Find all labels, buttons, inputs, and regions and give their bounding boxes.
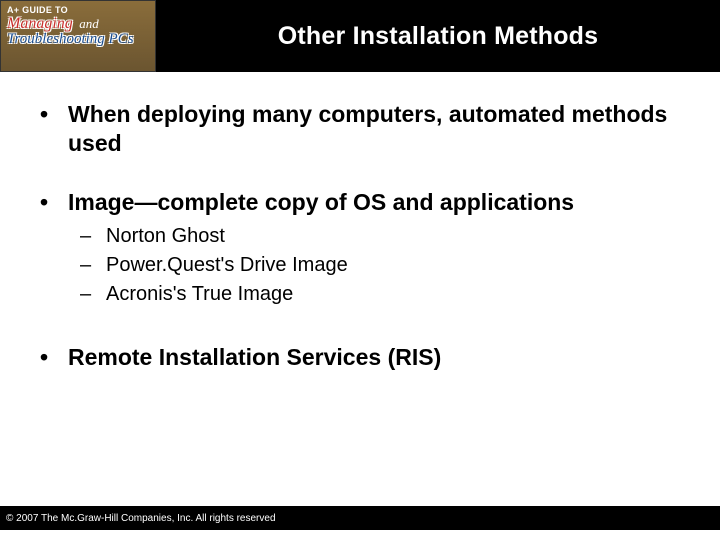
copyright-text: © 2007 The Mc.Graw-Hill Companies, Inc. … <box>6 513 276 524</box>
logo-managing: Managing <box>7 15 73 32</box>
sub-bullet-item: – Power.Quest's Drive Image <box>80 251 680 280</box>
bullet-marker: • <box>40 343 68 372</box>
sub-bullet-list: – Norton Ghost – Power.Quest's Drive Ima… <box>80 222 680 309</box>
sub-bullet-item: – Acronis's True Image <box>80 280 680 309</box>
logo-and: and <box>79 16 99 31</box>
sub-bullet-marker: – <box>80 280 106 309</box>
book-logo: A+ GUIDE TO Managing and Troubleshooting… <box>0 0 156 72</box>
logo-line2: Troubleshooting PCs <box>7 31 149 48</box>
bullet-marker: • <box>40 100 68 158</box>
footer-bar: © 2007 The Mc.Graw-Hill Companies, Inc. … <box>0 506 720 530</box>
slide-content: • When deploying many computers, automat… <box>0 72 720 372</box>
bullet-item: • When deploying many computers, automat… <box>40 100 680 158</box>
bullet-text: Remote Installation Services (RIS) <box>68 343 441 372</box>
bullet-text: When deploying many computers, automated… <box>68 100 680 158</box>
sub-bullet-text: Acronis's True Image <box>106 280 293 309</box>
bullet-item: • Image—complete copy of OS and applicat… <box>40 188 680 217</box>
sub-bullet-text: Norton Ghost <box>106 222 225 251</box>
bullet-item: • Remote Installation Services (RIS) <box>40 343 680 372</box>
title-bar: Other Installation Methods <box>156 0 720 72</box>
sub-bullet-marker: – <box>80 251 106 280</box>
logo-topline: A+ GUIDE TO <box>7 5 149 15</box>
slide-title: Other Installation Methods <box>278 22 599 51</box>
bullet-text: Image—complete copy of OS and applicatio… <box>68 188 574 217</box>
sub-bullet-item: – Norton Ghost <box>80 222 680 251</box>
slide-header: A+ GUIDE TO Managing and Troubleshooting… <box>0 0 720 72</box>
bullet-marker: • <box>40 188 68 217</box>
sub-bullet-text: Power.Quest's Drive Image <box>106 251 348 280</box>
sub-bullet-marker: – <box>80 222 106 251</box>
